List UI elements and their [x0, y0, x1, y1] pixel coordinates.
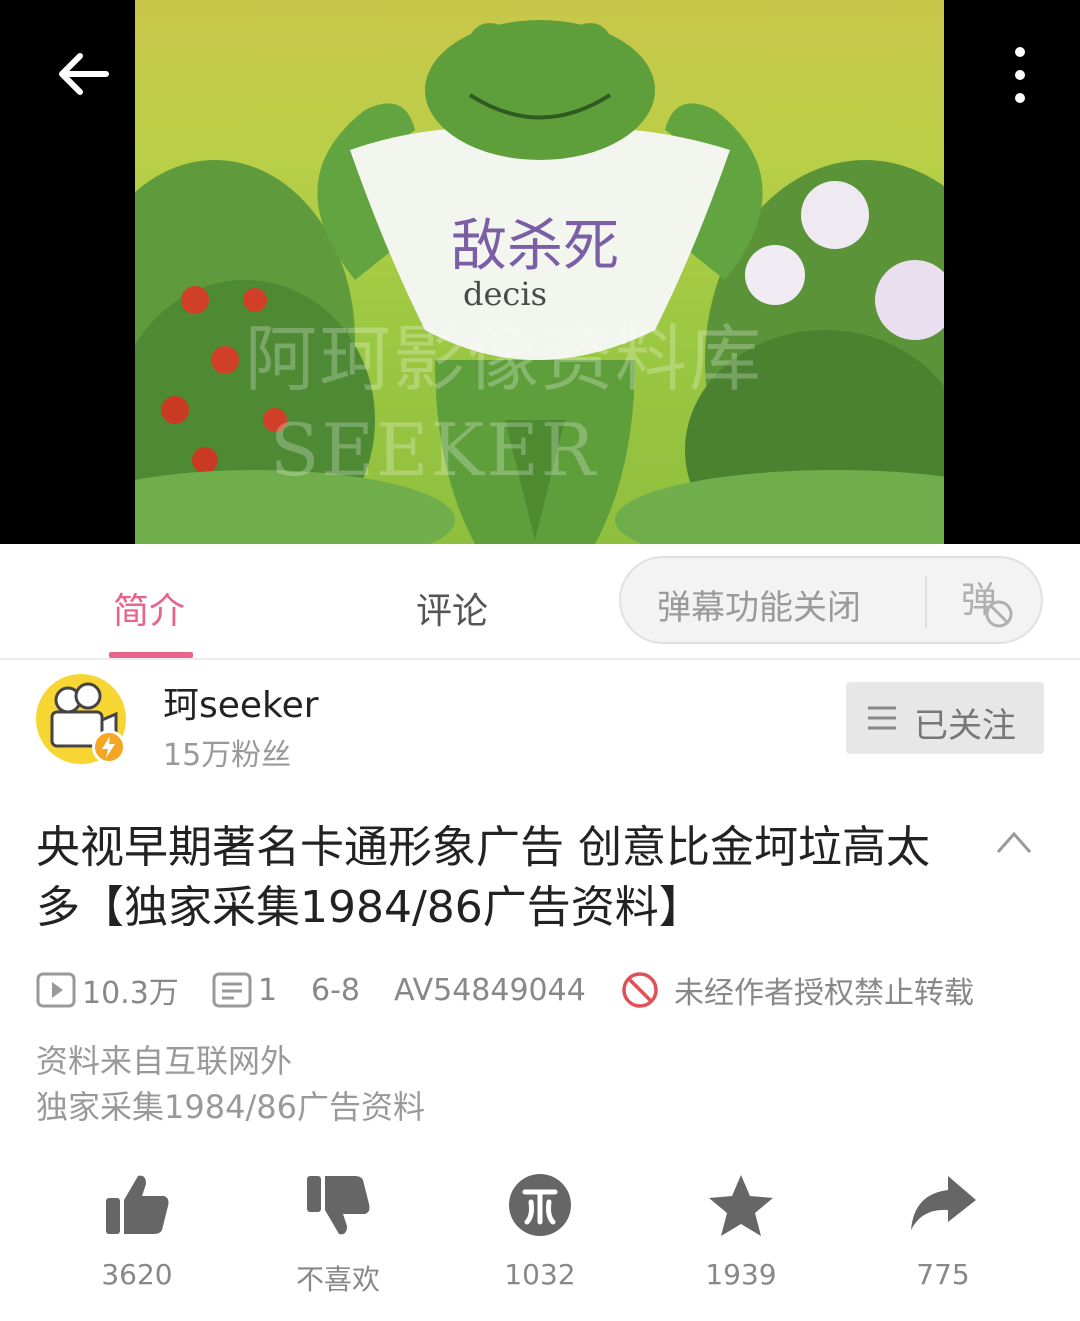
description-line: 资料来自互联网外 [36, 1042, 293, 1080]
view-count: 10.3万 [36, 966, 179, 1014]
description-line: 独家采集1984/86广告资料 [36, 1088, 425, 1126]
no-repost-icon [622, 972, 658, 1008]
thumbs-down-icon [307, 1176, 370, 1235]
favorite-button[interactable]: 1939 [681, 1172, 801, 1291]
active-tab-indicator [109, 652, 193, 658]
uploader-name[interactable]: 珂seeker [163, 676, 319, 728]
coin-button[interactable]: 1032 [480, 1172, 600, 1291]
follow-button[interactable]: 已关注 [846, 682, 1044, 754]
avatar[interactable] [36, 674, 126, 764]
video-title: 央视早期著名卡通形象广告 创意比金坷垃高太多【独家采集1984/86广告资料】 [36, 822, 930, 933]
danmaku-count-icon [212, 972, 252, 1008]
like-count: 3620 [101, 1258, 173, 1291]
star-icon [709, 1175, 773, 1236]
thumbs-up-icon [106, 1175, 169, 1234]
shirt-text: 敌杀死 [451, 214, 619, 279]
lightning-badge-icon [92, 730, 126, 764]
repost-notice-text: 未经作者授权禁止转载 [674, 976, 974, 1011]
coin-count: 1032 [504, 1258, 576, 1291]
coin-icon [509, 1174, 571, 1236]
av-id: AV54849044 [394, 966, 586, 1014]
play-count-icon [36, 972, 76, 1008]
follow-label: 已关注 [914, 706, 1016, 746]
danmaku-count: 1 [212, 966, 277, 1014]
dislike-button[interactable]: 不喜欢 [278, 1172, 398, 1298]
upload-date: 6-8 [311, 966, 360, 1014]
share-button[interactable]: 775 [883, 1172, 1003, 1291]
watermark-text: 阿珂影像资料库 [245, 317, 764, 401]
dislike-label: 不喜欢 [295, 1263, 380, 1296]
back-arrow-icon [59, 53, 109, 95]
back-button[interactable] [54, 44, 114, 104]
divider [925, 576, 927, 628]
view-count-text: 10.3万 [82, 976, 179, 1011]
watermark-text: SEEKER [270, 408, 597, 492]
tab-bar: 简介 评论 弹幕功能关闭 弹 [0, 544, 1080, 660]
danmaku-status-text: 弹幕功能关闭 [657, 588, 861, 628]
danmaku-count-text: 1 [258, 972, 278, 1008]
danmaku-off-icon[interactable]: 弹 [959, 572, 1019, 632]
av-id-text: AV54849044 [394, 972, 586, 1008]
menu-lines-icon [868, 706, 896, 730]
video-frame[interactable]: 敌杀死 decis 阿珂影像资料库 SEEKER [135, 0, 944, 544]
follower-count: 15万粉丝 [163, 738, 292, 773]
favorite-count: 1939 [705, 1258, 777, 1291]
tab-intro[interactable]: 简介 [113, 582, 185, 634]
share-count: 775 [916, 1258, 970, 1291]
like-button[interactable]: 3620 [77, 1172, 197, 1291]
danmaku-toggle[interactable]: 弹幕功能关闭 弹 [619, 556, 1043, 644]
chevron-up-icon[interactable] [994, 828, 1034, 856]
upload-date-text: 6-8 [311, 972, 360, 1008]
repost-notice: 未经作者授权禁止转载 [620, 966, 974, 1014]
more-vertical-icon [1015, 47, 1025, 103]
video-description: 资料来自互联网外 独家采集1984/86广告资料 [36, 1038, 425, 1130]
video-player[interactable]: 敌杀死 decis 阿珂影像资料库 SEEKER [0, 0, 1080, 544]
video-stats: 10.3万 1 6-8 AV54849044 未经作者授权禁止转载 [36, 966, 1056, 1014]
more-options-button[interactable] [1000, 44, 1040, 108]
tab-comments[interactable]: 评论 [416, 582, 488, 634]
share-icon [911, 1176, 976, 1230]
